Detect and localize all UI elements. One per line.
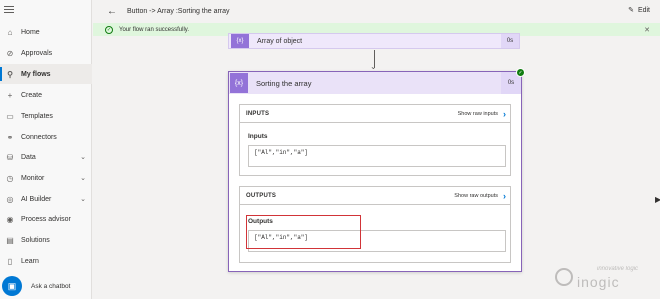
operation-icon: {x} bbox=[230, 73, 248, 93]
sidebar-item-connectors[interactable]: ⚭ Connectors bbox=[0, 127, 92, 147]
sidebar-item-templates[interactable]: ▭ Templates bbox=[0, 106, 92, 126]
sidebar-item-data[interactable]: ⛁ Data ⌄ bbox=[0, 147, 92, 167]
connectors-icon: ⚭ bbox=[6, 132, 14, 142]
sidebar-item-label: Connectors bbox=[21, 133, 57, 141]
duration-badge: 0s bbox=[501, 34, 519, 48]
sidebar-item-my-flows[interactable]: ⚲ My flows bbox=[0, 64, 92, 84]
power-automate-run-view: ⌂ Home ⊘ Approvals ⚲ My flows + Create ▭… bbox=[0, 0, 660, 299]
sidebar-item-label: Process advisor bbox=[21, 215, 71, 223]
chevron-right-icon: › bbox=[503, 190, 506, 201]
sidebar-item-label: AI Builder bbox=[21, 195, 52, 203]
sidebar-item-learn[interactable]: ▯ Learn bbox=[0, 251, 92, 271]
flows-icon: ⚲ bbox=[7, 69, 13, 79]
data-icon: ⛁ bbox=[6, 152, 14, 162]
inogic-watermark: innovative logic inogic bbox=[555, 266, 655, 296]
show-raw-inputs-label: Show raw inputs bbox=[457, 110, 498, 117]
check-circle-icon: ✓ bbox=[105, 25, 113, 34]
current-step-title: Sorting the array bbox=[256, 78, 312, 88]
sidebar-item-label: Home bbox=[21, 28, 40, 36]
current-step-card: {x} Sorting the array 0s ✓ INPUTS Show r… bbox=[228, 68, 525, 272]
plus-icon: + bbox=[7, 90, 13, 100]
chevron-right-icon: › bbox=[503, 108, 506, 119]
home-icon: ⌂ bbox=[7, 27, 13, 37]
outputs-section: OUTPUTS Show raw outputs › Outputs ["Al"… bbox=[239, 186, 511, 263]
show-raw-outputs-label: Show raw outputs bbox=[454, 192, 498, 199]
sidebar-item-label: Learn bbox=[21, 257, 39, 265]
inputs-section: INPUTS Show raw inputs › Inputs ["Al","i… bbox=[239, 104, 511, 176]
operation-icon: {x} bbox=[231, 34, 249, 48]
sidebar-item-solutions[interactable]: ▤ Solutions bbox=[0, 230, 92, 250]
inputs-label: INPUTS bbox=[246, 110, 270, 117]
monitor-icon: ◷ bbox=[6, 173, 14, 183]
sidebar-item-label: Approvals bbox=[21, 49, 53, 57]
process-advisor-icon: ◉ bbox=[6, 214, 14, 224]
success-check-icon: ✓ bbox=[516, 68, 525, 77]
banner-message: Your flow ran successfully. bbox=[119, 26, 190, 33]
solutions-icon: ▤ bbox=[6, 235, 14, 245]
sidebar-item-label: Templates bbox=[21, 112, 53, 120]
sidebar-item-monitor[interactable]: ◷ Monitor ⌄ bbox=[0, 168, 92, 188]
sidebar-item-label: Data bbox=[21, 153, 36, 161]
sidebar-item-label: My flows bbox=[21, 70, 51, 78]
breadcrumb: Button -> Array :Sorting the array bbox=[127, 7, 230, 15]
outputs-label: OUTPUTS bbox=[246, 192, 277, 199]
ask-chatbot-button[interactable]: ▣ Ask a chatbot bbox=[0, 275, 92, 297]
edit-button[interactable]: ✎ Edit bbox=[628, 6, 650, 15]
sidebar-item-create[interactable]: + Create bbox=[0, 85, 92, 105]
sidebar-item-label: Monitor bbox=[21, 174, 45, 182]
chatbot-icon: ▣ bbox=[2, 276, 22, 296]
inogic-logo-icon bbox=[555, 268, 573, 286]
show-raw-outputs-link[interactable]: Show raw outputs › bbox=[454, 191, 506, 201]
arrow-down-icon: ⌄ bbox=[370, 62, 377, 71]
sidebar-item-home[interactable]: ⌂ Home bbox=[0, 22, 92, 42]
sidebar-item-process-advisor[interactable]: ◉ Process advisor bbox=[0, 209, 92, 229]
sidebar-item-label: Create bbox=[21, 91, 43, 99]
sidebar: ⌂ Home ⊘ Approvals ⚲ My flows + Create ▭… bbox=[0, 0, 92, 299]
page-header: ← Button -> Array :Sorting the array ✎ E… bbox=[93, 0, 660, 22]
ai-builder-icon: ◎ bbox=[6, 194, 14, 204]
sidebar-item-label: Solutions bbox=[21, 236, 50, 244]
card-header[interactable]: {x} Sorting the array 0s ✓ bbox=[229, 68, 525, 94]
approvals-icon: ⊘ bbox=[6, 48, 14, 58]
red-highlight-box bbox=[246, 215, 361, 249]
sidebar-item-ai-builder[interactable]: ◎ AI Builder ⌄ bbox=[0, 189, 92, 209]
previous-step-title: Array of object bbox=[257, 37, 303, 45]
inputs-section-header: INPUTS Show raw inputs › bbox=[240, 105, 510, 123]
hamburger-menu-icon[interactable] bbox=[4, 6, 14, 15]
chatbot-label: Ask a chatbot bbox=[31, 282, 71, 290]
watermark-tagline: innovative logic bbox=[597, 266, 639, 272]
pencil-icon: ✎ bbox=[628, 7, 634, 14]
templates-icon: ▭ bbox=[6, 111, 14, 121]
show-raw-inputs-link[interactable]: Show raw inputs › bbox=[458, 109, 506, 119]
inputs-field-label: Inputs bbox=[248, 133, 268, 140]
chevron-down-icon[interactable]: ⌄ bbox=[80, 195, 86, 203]
watermark-brand: inogic bbox=[577, 274, 620, 290]
edit-label: Edit bbox=[637, 6, 650, 14]
sidebar-item-approvals[interactable]: ⊘ Approvals bbox=[0, 43, 92, 63]
mouse-cursor-icon: ▶ bbox=[655, 195, 660, 204]
back-arrow-icon[interactable]: ← bbox=[107, 6, 117, 17]
chevron-down-icon[interactable]: ⌄ bbox=[80, 174, 86, 182]
chevron-down-icon[interactable]: ⌄ bbox=[80, 153, 86, 161]
close-icon[interactable]: ✕ bbox=[644, 26, 650, 34]
learn-icon: ▯ bbox=[7, 256, 13, 266]
inputs-value-box: ["Al","in","a"] bbox=[248, 145, 506, 167]
previous-step-card[interactable]: {x} Array of object 0s bbox=[228, 33, 520, 49]
outputs-section-header: OUTPUTS Show raw outputs › bbox=[240, 187, 510, 205]
